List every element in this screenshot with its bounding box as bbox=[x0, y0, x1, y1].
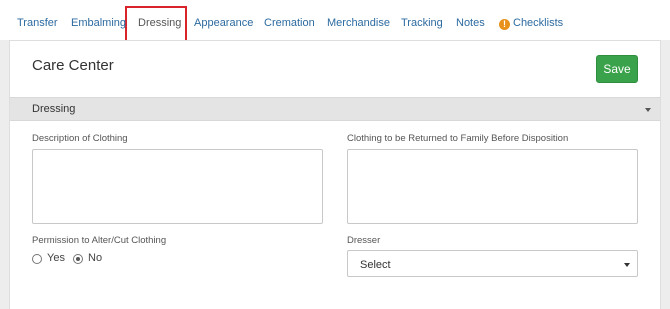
tab-embalming[interactable]: Embalming bbox=[71, 17, 126, 29]
tab-checklists[interactable]: ! Checklists bbox=[499, 17, 563, 30]
permission-yes-radio[interactable] bbox=[32, 254, 42, 264]
tab-transfer[interactable]: Transfer bbox=[17, 17, 58, 29]
collapse-caret-icon[interactable] bbox=[645, 108, 651, 112]
page-title: Care Center bbox=[32, 57, 114, 74]
tab-cremation[interactable]: Cremation bbox=[264, 17, 315, 29]
tab-checklists-label: Checklists bbox=[513, 17, 564, 29]
tab-tracking[interactable]: Tracking bbox=[401, 17, 443, 29]
tab-bar: Transfer Embalming Dressing Appearance C… bbox=[0, 0, 670, 43]
chevron-down-icon bbox=[624, 263, 630, 267]
permission-no-label[interactable]: No bbox=[88, 252, 102, 264]
tab-dressing[interactable]: Dressing bbox=[138, 17, 181, 29]
clothing-returned-label: Clothing to be Returned to Family Before… bbox=[347, 133, 569, 144]
save-button[interactable]: Save bbox=[596, 55, 638, 83]
dresser-label: Dresser bbox=[347, 235, 381, 246]
dressing-section-header[interactable]: Dressing bbox=[10, 97, 660, 121]
care-center-panel: Care Center Save Dressing Description of… bbox=[9, 40, 661, 309]
clothing-returned-field[interactable] bbox=[347, 149, 638, 224]
permission-no-radio[interactable] bbox=[73, 254, 83, 264]
dresser-select-value: Select bbox=[360, 259, 391, 271]
description-of-clothing-field[interactable] bbox=[32, 149, 323, 224]
warning-icon: ! bbox=[499, 19, 510, 30]
tab-notes[interactable]: Notes bbox=[456, 17, 485, 29]
section-title: Dressing bbox=[32, 103, 76, 115]
tab-merchandise[interactable]: Merchandise bbox=[327, 17, 390, 29]
dresser-select[interactable]: Select bbox=[347, 250, 638, 277]
permission-label: Permission to Alter/Cut Clothing bbox=[32, 235, 167, 246]
tab-appearance[interactable]: Appearance bbox=[194, 17, 253, 29]
permission-yes-label[interactable]: Yes bbox=[47, 252, 65, 264]
description-label: Description of Clothing bbox=[32, 133, 128, 144]
